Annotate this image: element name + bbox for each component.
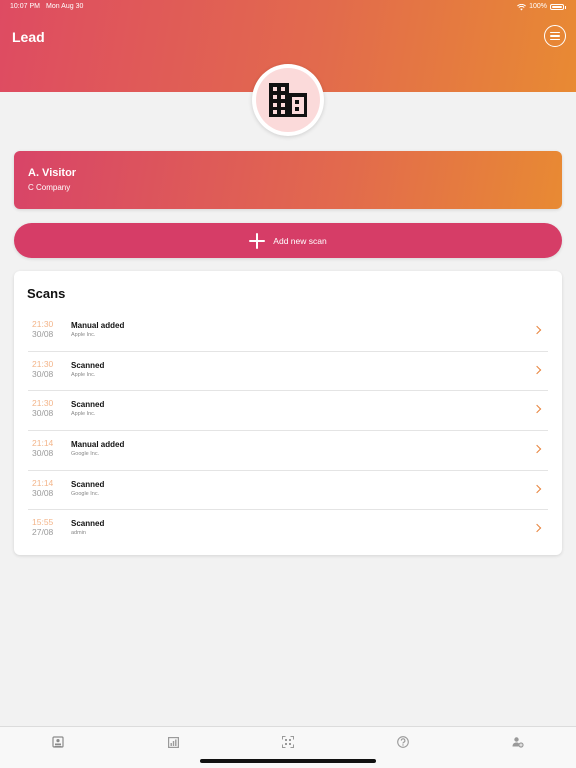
status-bar: 10:07 PM Mon Aug 30 100% [0,0,576,14]
status-time: 10:07 PM [10,3,40,10]
scans-title: Scans [27,286,66,301]
scan-company: Google Inc. [71,490,100,497]
scan-time: 21:30 [32,358,54,369]
contact-card-icon [52,736,64,748]
scan-row[interactable]: 21:14 30/08 Scanned Google Inc. [28,471,548,511]
scan-time: 21:30 [32,398,54,409]
scan-type: Scanned [71,479,105,489]
home-indicator [200,759,376,763]
scan-time: 21:14 [32,477,54,488]
chevron-right-icon [532,524,542,533]
chevron-right-icon [532,484,542,493]
scan-company: Apple Inc. [71,371,96,378]
scan-row[interactable]: 21:30 30/08 Manual added Apple Inc. [28,312,548,352]
scan-type: Manual added [71,440,125,450]
scan-type: Scanned [71,400,105,410]
visitor-company: C Company [28,183,71,192]
scan-date: 30/08 [32,368,54,379]
menu-icon[interactable] [544,25,566,47]
scan-company: admin [71,530,86,537]
battery-icon [550,4,564,10]
scans-card: Scans 21:30 30/08 Manual added Apple Inc… [14,271,562,555]
status-date: Mon Aug 30 [46,3,84,10]
scan-icon [282,736,294,748]
tab-contacts[interactable] [51,735,65,749]
chart-icon [167,736,179,748]
scan-date: 30/08 [32,408,54,419]
tab-scan[interactable] [281,735,295,749]
battery-tip [565,5,566,9]
scan-time: 21:14 [32,438,54,449]
scan-date: 30/08 [32,448,54,459]
scan-list: 21:30 30/08 Manual added Apple Inc. 21:3… [28,312,548,549]
scan-time: 21:30 [32,319,54,329]
tab-profile-settings[interactable] [511,735,525,749]
help-icon [397,736,409,748]
visitor-card[interactable]: A. Visitor C Company [14,151,562,209]
user-settings-icon [512,737,524,748]
scan-row[interactable]: 15:55 27/08 Scanned admin [28,510,548,549]
chevron-right-icon [532,405,542,414]
scan-company: Google Inc. [71,451,100,458]
scan-type: Scanned [71,360,105,370]
chevron-right-icon [532,365,542,374]
scan-company: Apple Inc. [71,411,96,418]
chevron-right-icon [532,444,542,454]
scan-company: Apple Inc. [71,332,96,338]
building-icon [269,83,307,117]
page-title: Lead [12,29,45,45]
battery-percent: 100% [529,3,547,10]
scan-row[interactable]: 21:30 30/08 Scanned Apple Inc. [28,391,548,432]
visitor-name: A. Visitor [28,167,77,179]
scan-date: 27/08 [32,527,54,538]
scan-date: 30/08 [32,487,54,498]
scan-time: 15:55 [32,517,54,528]
scan-type: Manual added [71,321,125,330]
add-new-scan-label: Add new scan [273,235,327,246]
tab-statistics[interactable] [166,735,180,749]
wifi-icon [517,3,527,10]
status-right: 100% [517,0,566,14]
scan-date: 30/08 [32,329,54,339]
avatar-background [256,68,320,132]
scan-row[interactable]: 21:30 30/08 Scanned Apple Inc. [28,352,548,392]
tab-help[interactable] [396,735,410,749]
add-new-scan-button[interactable]: Add new scan [14,223,562,258]
avatar [252,64,324,136]
plus-icon [249,232,266,249]
chevron-right-icon [532,325,542,335]
scan-type: Scanned [71,519,105,529]
scan-row[interactable]: 21:14 30/08 Manual added Google Inc. [28,431,548,471]
